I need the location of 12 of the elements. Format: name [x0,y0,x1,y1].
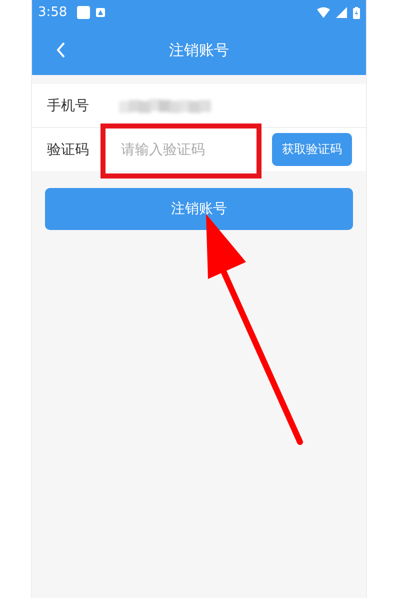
battery-icon [353,6,360,18]
page-title: 注销账号 [168,40,230,60]
signal-icon [336,7,347,18]
notification-icon [96,8,106,17]
deactivate-button[interactable]: 注销账号 [45,188,353,230]
wifi-icon [317,7,330,18]
code-label: 验证码 [47,140,90,158]
notification-icon [77,6,90,19]
back-icon [56,42,66,58]
status-time: 3:58 [38,5,68,20]
phone-label: 手机号 [47,96,90,114]
get-code-button[interactable]: 获取验证码 [272,133,352,166]
